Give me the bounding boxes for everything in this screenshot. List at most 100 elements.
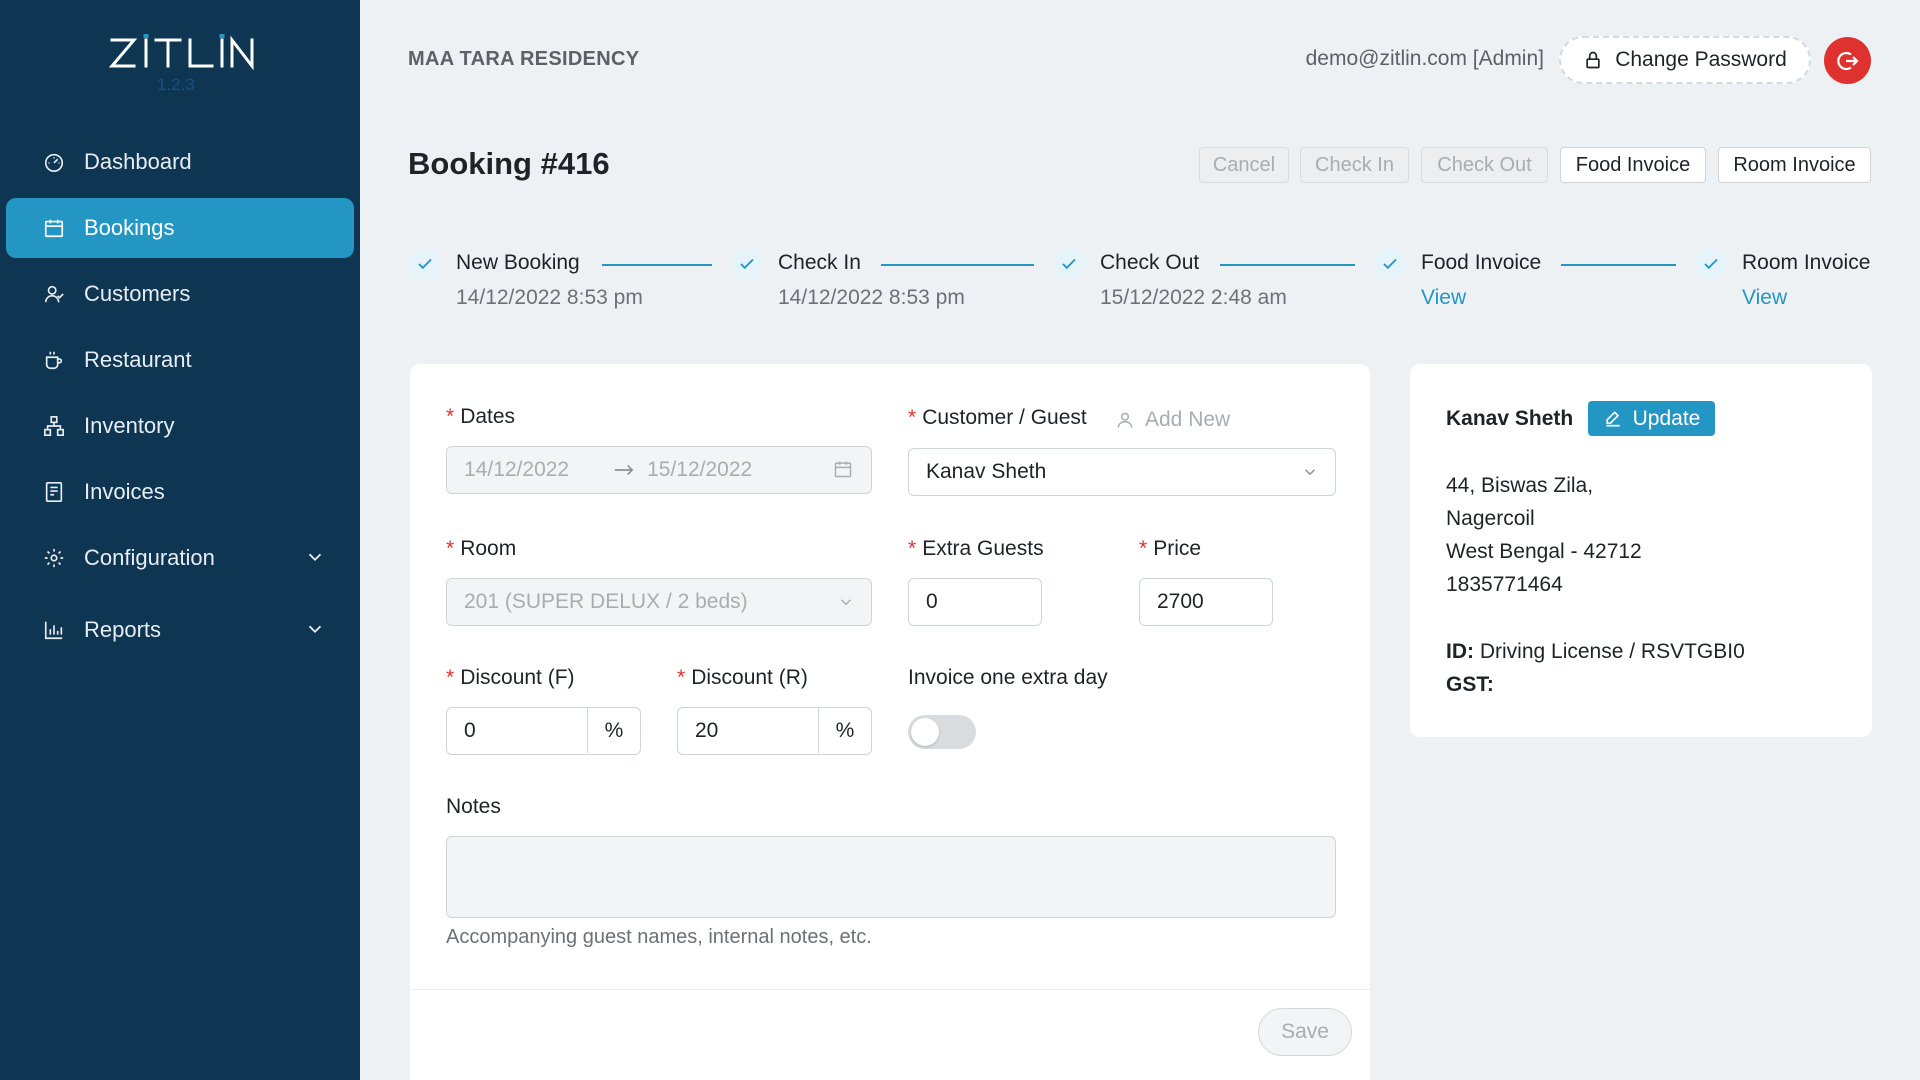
food-invoice-button[interactable]: Food Invoice bbox=[1560, 147, 1706, 183]
sidebar-item-bookings[interactable]: Bookings bbox=[6, 198, 354, 258]
sidebar-item-label: Configuration bbox=[84, 545, 215, 570]
id-label: ID: bbox=[1446, 640, 1474, 663]
step-connector bbox=[1561, 264, 1676, 266]
invoice-extra-day-label: Invoice one extra day bbox=[908, 666, 1108, 689]
step-check-icon bbox=[1695, 248, 1727, 280]
sidebar-item-label: Bookings bbox=[84, 215, 175, 240]
zitlin-logo[interactable] bbox=[108, 30, 254, 72]
sidebar: 1.2.3 Dashboard Bookings Customers Resta… bbox=[0, 0, 360, 1080]
add-new-customer-link[interactable]: Add New bbox=[1115, 408, 1230, 432]
cancel-button[interactable]: Cancel bbox=[1199, 147, 1289, 183]
sidebar-item-configuration[interactable]: Configuration bbox=[6, 528, 354, 588]
customer-info-card: Kanav Sheth Update 44, Biswas Zila, Nage… bbox=[1410, 364, 1872, 737]
notes-textarea[interactable] bbox=[446, 836, 1336, 918]
step-connector bbox=[602, 264, 712, 266]
inventory-icon bbox=[42, 414, 66, 438]
save-button[interactable]: Save bbox=[1258, 1008, 1352, 1056]
step-check-out-title: Check Out bbox=[1100, 251, 1200, 274]
sidebar-item-customers[interactable]: Customers bbox=[6, 264, 354, 324]
sidebar-item-label: Dashboard bbox=[84, 149, 192, 174]
check-in-button[interactable]: Check In bbox=[1300, 147, 1409, 183]
calendar-icon bbox=[834, 461, 852, 478]
sidebar-item-label: Restaurant bbox=[84, 347, 192, 372]
food-invoice-view-link[interactable]: View bbox=[1421, 286, 1466, 310]
sidebar-item-label: Reports bbox=[84, 617, 162, 642]
percent-addon: % bbox=[587, 708, 640, 753]
page-title: Booking #416 bbox=[408, 146, 610, 181]
gst-label: GST: bbox=[1446, 673, 1494, 696]
dashboard-icon bbox=[42, 150, 66, 174]
phone-number: 1835771464 bbox=[1446, 573, 1563, 596]
coffee-icon bbox=[42, 348, 66, 372]
step-check-icon bbox=[1374, 248, 1406, 280]
discount-r-value: 20 bbox=[695, 719, 719, 742]
sidebar-item-invoices[interactable]: Invoices bbox=[6, 462, 354, 522]
chevron-down-icon[interactable] bbox=[304, 618, 326, 640]
price-label: * Price bbox=[1139, 537, 1202, 560]
step-room-invoice-title: Room Invoice bbox=[1742, 251, 1871, 274]
date-end-input[interactable]: 15/12/2022 bbox=[647, 458, 752, 482]
step-food-invoice-title: Food Invoice bbox=[1421, 251, 1542, 274]
dates-label: * Dates bbox=[446, 405, 516, 428]
address-line: Nagercoil bbox=[1446, 507, 1535, 530]
sidebar-item-label: Invoices bbox=[84, 479, 165, 504]
invoice-icon bbox=[42, 480, 66, 504]
sidebar-item-dashboard[interactable]: Dashboard bbox=[6, 132, 354, 192]
sidebar-item-reports[interactable]: Reports bbox=[6, 600, 354, 660]
step-check-in-title: Check In bbox=[778, 251, 861, 274]
step-check-out-date: 15/12/2022 2:48 am bbox=[1100, 286, 1287, 309]
check-out-button[interactable]: Check Out bbox=[1421, 147, 1548, 183]
step-check-icon bbox=[1053, 248, 1085, 280]
update-label: Update bbox=[1632, 406, 1701, 430]
date-start-input[interactable]: 14/12/2022 bbox=[464, 458, 569, 482]
address-line: West Bengal - 42712 bbox=[1446, 540, 1642, 563]
step-connector bbox=[1220, 264, 1355, 266]
sidebar-item-label: Inventory bbox=[84, 413, 175, 438]
room-select-value: 201 (SUPER DELUX / 2 beds) bbox=[464, 590, 748, 613]
room-select[interactable]: 201 (SUPER DELUX / 2 beds) bbox=[446, 578, 872, 626]
discount-f-label: * Discount (F) bbox=[446, 666, 575, 689]
discount-r-label: * Discount (R) bbox=[677, 666, 808, 689]
change-password-button[interactable]: Change Password bbox=[1559, 36, 1811, 84]
chevron-down-icon[interactable] bbox=[304, 546, 326, 568]
price-input[interactable]: 2700 bbox=[1139, 578, 1273, 626]
change-password-label: Change Password bbox=[1615, 48, 1787, 71]
sidebar-item-label: Customers bbox=[84, 281, 191, 306]
discount-r-input[interactable]: 20 % bbox=[677, 707, 872, 755]
card-divider bbox=[410, 989, 1370, 990]
booking-form-card: * Dates 14/12/2022 15/12/2022 * Customer /… bbox=[410, 364, 1370, 1080]
discount-f-input[interactable]: 0 % bbox=[446, 707, 641, 755]
arrow-right-icon bbox=[614, 464, 634, 476]
lock-icon bbox=[1586, 51, 1600, 69]
bar-chart-icon bbox=[42, 618, 66, 642]
app-version: 1.2.3 bbox=[157, 75, 195, 94]
percent-addon: % bbox=[818, 708, 871, 753]
room-invoice-view-link[interactable]: View bbox=[1742, 286, 1787, 310]
step-check-icon bbox=[731, 248, 763, 280]
sidebar-item-inventory[interactable]: Inventory bbox=[6, 396, 354, 456]
discount-f-value: 0 bbox=[464, 719, 476, 742]
customers-icon bbox=[42, 282, 66, 306]
gear-icon bbox=[42, 546, 66, 570]
extra-guests-label: * Extra Guests bbox=[908, 537, 1044, 560]
step-connector bbox=[881, 264, 1034, 266]
step-new-booking-date: 14/12/2022 8:53 pm bbox=[456, 286, 643, 309]
customer-id: ID: Driving License / RSVTGBI0 bbox=[1446, 640, 1745, 664]
customer-select-value: Kanav Sheth bbox=[926, 460, 1047, 483]
customer-label: * Customer / Guest bbox=[908, 406, 1087, 429]
update-customer-button[interactable]: Update bbox=[1588, 401, 1715, 436]
user-email: demo@zitlin.com [Admin] bbox=[1305, 47, 1544, 70]
sidebar-item-restaurant[interactable]: Restaurant bbox=[6, 330, 354, 390]
edit-icon bbox=[1605, 410, 1620, 426]
add-new-label: Add New bbox=[1145, 408, 1231, 431]
logout-button[interactable] bbox=[1824, 37, 1871, 84]
address-line: 44, Biswas Zila, bbox=[1446, 474, 1594, 497]
room-invoice-button[interactable]: Room Invoice bbox=[1718, 147, 1871, 183]
extra-guests-input[interactable]: 0 bbox=[908, 578, 1042, 626]
company-name: MAA TARA RESIDENCY bbox=[408, 48, 640, 70]
date-range-picker[interactable]: 14/12/2022 15/12/2022 bbox=[446, 446, 872, 494]
invoice-extra-day-toggle[interactable] bbox=[908, 715, 976, 749]
customer-select[interactable]: Kanav Sheth bbox=[908, 448, 1336, 496]
logout-icon bbox=[1836, 51, 1859, 70]
room-label: * Room bbox=[446, 537, 517, 560]
